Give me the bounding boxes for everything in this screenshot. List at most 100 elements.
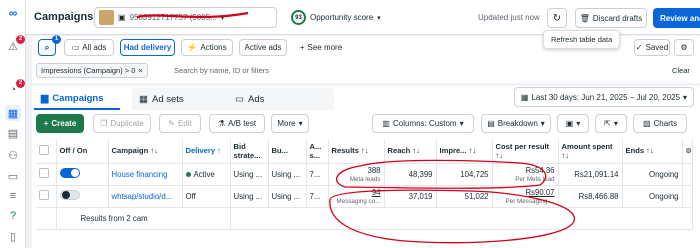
cpr-type: Per Meta lead: [515, 175, 555, 183]
clear-filters-link[interactable]: Clear: [672, 66, 690, 75]
audiences-icon[interactable]: ⚇: [5, 147, 21, 163]
plus-icon: +: [299, 43, 305, 52]
cpr-value: Rs54.36: [525, 165, 555, 175]
tab-ads[interactable]: ▭ Ads: [228, 88, 334, 110]
footer-fill: [230, 207, 693, 230]
results-value: 388: [367, 165, 381, 175]
results-type: Meta leads: [349, 175, 381, 183]
notifications-icon[interactable]: ◔ 2: [5, 79, 25, 98]
documents-icon[interactable]: ▯: [5, 228, 21, 244]
col-impressions[interactable]: Impre... ↑↓: [436, 139, 493, 164]
reports-button[interactable]: ▣ ▾: [557, 114, 589, 133]
view-all-ads[interactable]: ▭ All ads: [64, 39, 114, 56]
gear-icon[interactable]: ⚙: [686, 148, 692, 155]
reports-icon[interactable]: ▤: [5, 125, 21, 141]
campaign-name-link[interactable]: House financing: [108, 163, 183, 186]
col-reach[interactable]: Reach ↑↓: [384, 139, 437, 164]
filter-chip[interactable]: Impressions (Campaign) > 0 ×: [36, 63, 148, 78]
view-actions[interactable]: ⚡ Actions: [181, 39, 233, 56]
columns-icon: ▥: [382, 119, 390, 128]
more-button[interactable]: More ▾: [271, 114, 309, 133]
row-select-cell[interactable]: [36, 185, 57, 208]
tab-campaigns[interactable]: ▆ Campaigns: [34, 88, 120, 110]
view-label: Actions: [200, 43, 227, 52]
col-delivery[interactable]: Delivery ↑: [182, 139, 231, 164]
close-icon[interactable]: ×: [138, 66, 142, 75]
view-had-delivery[interactable]: Had delivery: [120, 39, 175, 56]
refresh-button[interactable]: ↻: [547, 8, 567, 28]
impressions-cell: 51,022: [436, 185, 493, 208]
export-button[interactable]: ⇱ ▾: [595, 114, 627, 133]
flask-icon: ⚗: [217, 119, 226, 128]
filter-settings-button[interactable]: ⚙: [674, 39, 694, 56]
search-button[interactable]: ⌕ 1: [38, 35, 61, 56]
tab-ad-sets[interactable]: ▦ Ad sets: [132, 88, 236, 110]
create-button[interactable]: + Create: [36, 114, 84, 133]
chevron-down-icon: ▾: [220, 14, 225, 22]
campaign-name-link[interactable]: whtsap/studio/d...: [108, 185, 183, 208]
filter-search-input[interactable]: Search by name, ID or filters: [174, 66, 269, 75]
date-range-picker[interactable]: ▦ Last 30 days: Jun 21, 2025 – Jul 20, 20…: [514, 87, 694, 107]
col-campaign[interactable]: Campaign ↑↓: [108, 139, 183, 164]
account-avatar: [99, 10, 114, 25]
billing-icon[interactable]: ▭: [5, 168, 21, 184]
select-all-checkbox[interactable]: [39, 144, 49, 155]
account-selector[interactable]: ▣ 9503912717757 (5005... ▾: [94, 7, 277, 28]
col-cost-per-result[interactable]: Cost per result ↑↓: [492, 139, 559, 164]
col-off-on[interactable]: Off / On: [56, 139, 109, 164]
search-badge: 1: [52, 35, 61, 44]
review-publish-button[interactable]: Review and: [653, 8, 700, 28]
breakdown-button[interactable]: ▤ Breakdown ▾: [481, 114, 551, 133]
saved-label: Saved: [645, 43, 669, 52]
table-icon[interactable]: ▦: [5, 105, 21, 121]
columns-button[interactable]: ▥ Columns: Custom ▾: [372, 114, 474, 133]
meta-logo-icon[interactable]: ∞: [5, 5, 21, 21]
saved-views-button[interactable]: ✓ Saved: [634, 39, 670, 56]
discard-drafts-button[interactable]: 🗑 Discard drafts: [575, 8, 647, 28]
ab-test-label: A/B test: [228, 119, 257, 128]
menu-icon[interactable]: ≡: [5, 188, 21, 204]
row-select-cell[interactable]: [36, 163, 57, 186]
report-icon: ▣: [565, 119, 574, 128]
account-type-icon: ▣: [118, 13, 126, 22]
score-ring: 93: [291, 10, 306, 25]
col-ends[interactable]: Ends ↑↓: [622, 139, 683, 164]
row-toggle-cell[interactable]: [56, 163, 109, 186]
results-cell: 388 Meta leads: [328, 163, 385, 186]
opportunity-score[interactable]: 93 Opportunity score ▾: [291, 10, 381, 25]
row-checkbox[interactable]: [39, 168, 49, 178]
more-label: More: [277, 119, 296, 128]
campaign-toggle[interactable]: [59, 168, 80, 178]
edit-button[interactable]: ✎ Edit: [159, 114, 201, 133]
table-row[interactable]: whtsap/studio/d... Off Using ... Using .…: [36, 185, 693, 208]
col-bid-strategy[interactable]: Bid strate...: [230, 139, 269, 164]
campaign-toggle[interactable]: [59, 190, 80, 200]
table-header-row: Off / On Campaign ↑↓ Delivery ↑ Bid stra…: [36, 139, 693, 164]
attribution-cell: 7...: [306, 163, 329, 186]
footer-spacer: [36, 207, 57, 230]
table-row[interactable]: House financing Active Using ... Using .…: [36, 163, 693, 186]
col-budget[interactable]: Bu...: [268, 139, 307, 164]
alert-icon[interactable]: ⚠ 2: [5, 35, 25, 54]
ab-test-button[interactable]: ⚗ A/B test: [209, 114, 265, 133]
export-icon: ⇱: [604, 119, 611, 128]
row-checkbox[interactable]: [39, 190, 49, 200]
col-results[interactable]: Results ↑↓: [328, 139, 385, 164]
score-label: Opportunity score: [310, 13, 374, 22]
select-all-cell[interactable]: [36, 139, 57, 164]
charts-button[interactable]: ▨ Charts: [633, 114, 687, 133]
column-settings-cell[interactable]: ⚙: [682, 139, 693, 164]
row-toggle-cell[interactable]: [56, 185, 109, 208]
breakdown-icon: ▤: [487, 119, 495, 128]
refresh-icon: ↻: [552, 12, 562, 24]
all-ads-icon: ▭: [71, 43, 80, 52]
duplicate-button[interactable]: ❐ Duplicate: [93, 114, 151, 133]
col-amount-spent[interactable]: Amount spent ↑↓: [558, 139, 623, 164]
col-attribution[interactable]: A... s...: [306, 139, 329, 164]
view-active-ads[interactable]: Active ads: [239, 39, 287, 56]
see-more-button[interactable]: + See more: [292, 39, 350, 56]
help-icon[interactable]: ?: [5, 208, 21, 224]
account-id: 9503912717757 (5005...: [129, 13, 217, 22]
cpr-value: Rs90.07: [525, 187, 555, 197]
filter-chip-label: Impressions (Campaign) > 0: [41, 66, 136, 75]
